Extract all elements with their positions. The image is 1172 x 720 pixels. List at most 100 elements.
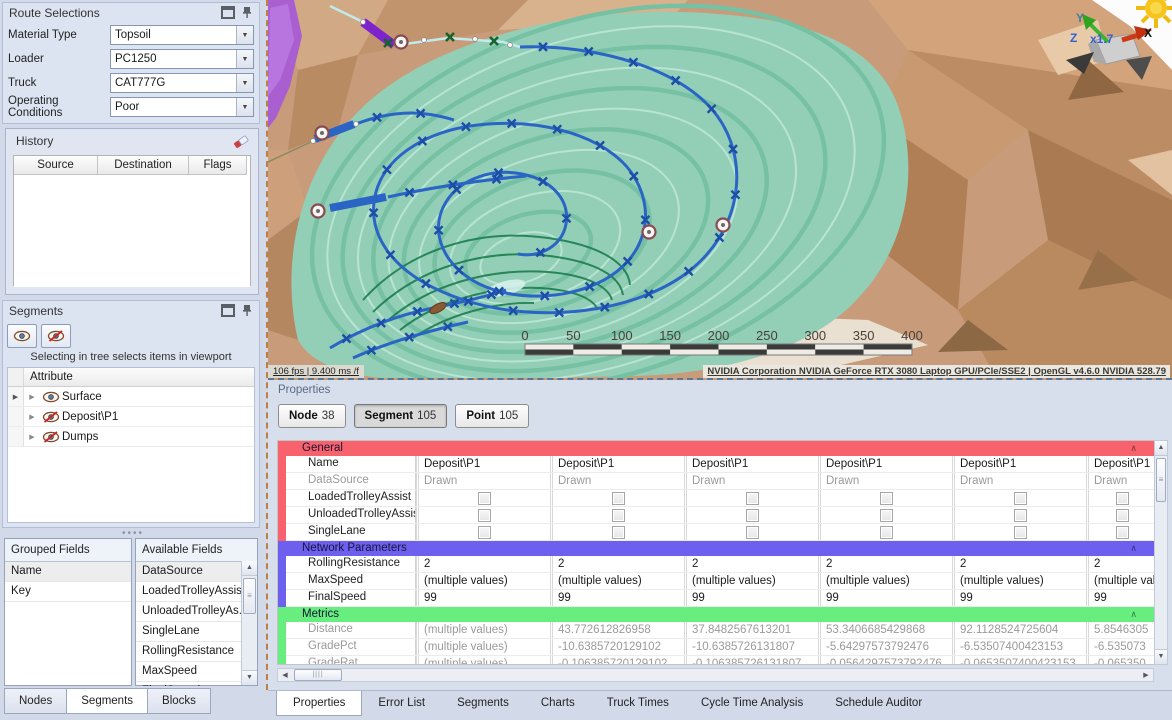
property-value-cell[interactable]: 2 bbox=[1086, 556, 1155, 572]
field-item[interactable]: Name bbox=[5, 562, 131, 582]
property-value-cell[interactable]: -0.0564297573792476 bbox=[818, 656, 952, 665]
property-value-cell[interactable]: -0.106385726131807 bbox=[684, 656, 818, 665]
property-value-cell[interactable]: 99 bbox=[1086, 590, 1155, 606]
field-item[interactable]: RollingResistance bbox=[136, 642, 242, 662]
property-value-cell[interactable]: (multiple values) bbox=[416, 622, 550, 638]
eraser-icon[interactable] bbox=[233, 133, 250, 157]
property-checkbox-cell[interactable] bbox=[952, 490, 1086, 506]
scroll-left-icon[interactable]: ◀ bbox=[278, 671, 292, 679]
checkbox[interactable] bbox=[478, 492, 491, 505]
checkbox[interactable] bbox=[880, 492, 893, 505]
property-value-cell[interactable]: (multiple values) bbox=[818, 573, 952, 589]
property-checkbox-cell[interactable] bbox=[818, 524, 952, 540]
property-value-cell[interactable]: 99 bbox=[416, 590, 550, 606]
property-value-cell[interactable]: -0.106385720129102 bbox=[550, 656, 684, 665]
property-value-cell[interactable]: 99 bbox=[550, 590, 684, 606]
history-column-source[interactable]: Source bbox=[14, 156, 98, 175]
node-selector-button[interactable]: Node38 bbox=[278, 404, 346, 428]
speed-sign-icon[interactable] bbox=[316, 127, 329, 140]
loader-dropdown[interactable]: PC1250▼ bbox=[110, 49, 254, 69]
property-value-cell[interactable]: 2 bbox=[550, 556, 684, 572]
property-value-cell[interactable]: 5.8546305 bbox=[1086, 622, 1155, 638]
point-selector-button[interactable]: Point105 bbox=[455, 404, 529, 428]
eye-icon[interactable] bbox=[40, 391, 62, 403]
collapse-icon[interactable]: ∧ bbox=[1130, 541, 1137, 556]
property-value-cell[interactable]: Deposit\P1 bbox=[550, 456, 684, 472]
truck-dropdown[interactable]: CAT777G▼ bbox=[110, 73, 254, 93]
property-value-cell[interactable]: 2 bbox=[684, 556, 818, 572]
tab-properties[interactable]: Properties bbox=[276, 691, 362, 716]
property-value-cell[interactable]: Drawn bbox=[684, 473, 818, 489]
property-value-cell[interactable]: Drawn bbox=[416, 473, 550, 489]
tab-charts[interactable]: Charts bbox=[525, 691, 591, 715]
property-value-cell[interactable]: 99 bbox=[684, 590, 818, 606]
checkbox[interactable] bbox=[478, 509, 491, 522]
property-value-cell[interactable]: Deposit\P1 bbox=[416, 456, 550, 472]
hide-all-button[interactable] bbox=[41, 324, 71, 348]
checkbox[interactable] bbox=[1116, 526, 1129, 539]
section-header[interactable]: Metrics∧ bbox=[278, 607, 1155, 622]
scroll-down-icon[interactable]: ▼ bbox=[242, 670, 257, 685]
tab-truck-times[interactable]: Truck Times bbox=[591, 691, 685, 715]
tab-error-list[interactable]: Error List bbox=[362, 691, 441, 715]
property-checkbox-cell[interactable] bbox=[1086, 524, 1155, 540]
property-checkbox-cell[interactable] bbox=[1086, 490, 1155, 506]
checkbox[interactable] bbox=[612, 509, 625, 522]
history-column-flags[interactable]: Flags bbox=[189, 156, 247, 175]
property-checkbox-cell[interactable] bbox=[1086, 507, 1155, 523]
property-checkbox-cell[interactable] bbox=[550, 524, 684, 540]
property-value-cell[interactable]: Drawn bbox=[550, 473, 684, 489]
field-item[interactable]: UnloadedTrolleyAs... bbox=[136, 602, 242, 622]
property-value-cell[interactable]: (multiple values) bbox=[684, 573, 818, 589]
checkbox[interactable] bbox=[1014, 526, 1027, 539]
property-value-cell[interactable]: 2 bbox=[818, 556, 952, 572]
tab-cycle-time-analysis[interactable]: Cycle Time Analysis bbox=[685, 691, 819, 715]
checkbox[interactable] bbox=[880, 509, 893, 522]
field-item[interactable]: MaxSpeed bbox=[136, 662, 242, 682]
property-value-cell[interactable]: -6.535073 bbox=[1086, 639, 1155, 655]
checkbox[interactable] bbox=[746, 526, 759, 539]
pin-icon[interactable] bbox=[241, 304, 255, 317]
field-item[interactable]: LoadedTrolleyAssist bbox=[136, 582, 242, 602]
scrollbar-thumb[interactable]: ≡ bbox=[243, 578, 256, 614]
viewport-3d[interactable]: 050100150200250300350400 bbox=[268, 0, 1172, 380]
property-value-cell[interactable]: Drawn bbox=[818, 473, 952, 489]
scroll-up-icon[interactable]: ▲ bbox=[242, 561, 257, 576]
property-checkbox-cell[interactable] bbox=[684, 490, 818, 506]
scrollbar-thumb[interactable]: |||| bbox=[294, 669, 342, 681]
available-fields-scrollbar[interactable]: ▲ ≡ ▼ bbox=[241, 561, 257, 685]
eye-slash-icon[interactable] bbox=[40, 431, 62, 443]
attribute-column-header[interactable]: Attribute bbox=[24, 368, 254, 386]
property-value-cell[interactable]: Deposit\P1 bbox=[952, 456, 1086, 472]
property-value-cell[interactable]: 43.772612826958 bbox=[550, 622, 684, 638]
property-checkbox-cell[interactable] bbox=[952, 507, 1086, 523]
property-value-cell[interactable]: 37.8482567613201 bbox=[684, 622, 818, 638]
eye-slash-icon[interactable] bbox=[40, 411, 62, 423]
segment-selector-button[interactable]: Segment105 bbox=[354, 404, 448, 428]
checkbox[interactable] bbox=[746, 492, 759, 505]
checkbox[interactable] bbox=[1116, 492, 1129, 505]
field-item[interactable]: Key bbox=[5, 582, 131, 602]
property-checkbox-cell[interactable] bbox=[416, 507, 550, 523]
checkbox[interactable] bbox=[1116, 509, 1129, 522]
chevron-down-icon[interactable]: ▼ bbox=[236, 50, 253, 68]
property-value-cell[interactable]: Deposit\P1 bbox=[818, 456, 952, 472]
property-value-cell[interactable]: (multiple values) bbox=[416, 656, 550, 665]
checkbox[interactable] bbox=[612, 526, 625, 539]
property-checkbox-cell[interactable] bbox=[550, 507, 684, 523]
maximize-icon[interactable] bbox=[221, 304, 235, 317]
property-value-cell[interactable]: 92.1128524725604 bbox=[952, 622, 1086, 638]
maximize-icon[interactable] bbox=[221, 6, 235, 19]
pin-icon[interactable] bbox=[241, 6, 255, 19]
tree-row-surface[interactable]: ▶▶Surface bbox=[8, 387, 254, 407]
property-value-cell[interactable]: 99 bbox=[952, 590, 1086, 606]
chevron-down-icon[interactable]: ▼ bbox=[236, 74, 253, 92]
checkbox[interactable] bbox=[478, 526, 491, 539]
expand-icon[interactable]: ▶ bbox=[24, 433, 40, 441]
property-checkbox-cell[interactable] bbox=[684, 524, 818, 540]
property-value-cell[interactable]: Deposit\P1 bbox=[684, 456, 818, 472]
property-checkbox-cell[interactable] bbox=[416, 524, 550, 540]
properties-vertical-scrollbar[interactable]: ▲ ≡ ▼ bbox=[1154, 440, 1168, 665]
chevron-down-icon[interactable]: ▼ bbox=[236, 98, 253, 116]
property-checkbox-cell[interactable] bbox=[416, 490, 550, 506]
